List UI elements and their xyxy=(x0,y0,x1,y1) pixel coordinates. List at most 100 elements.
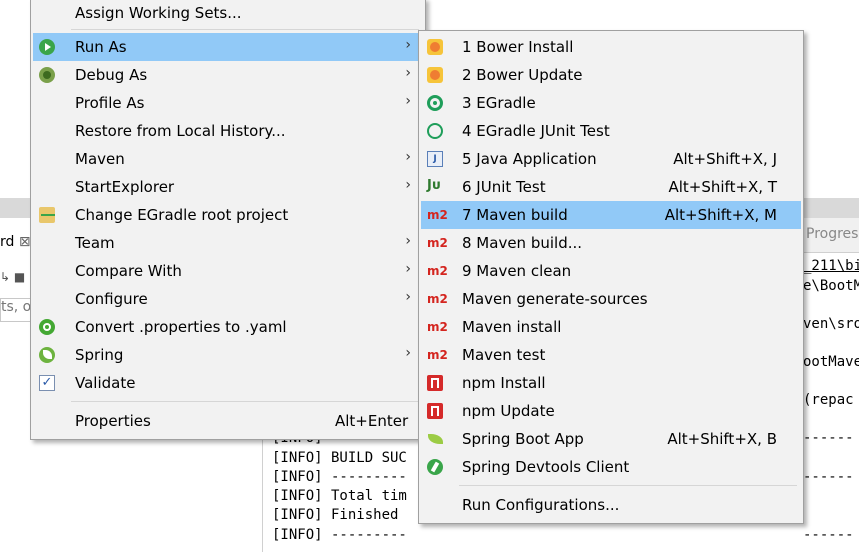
spring-boot-icon xyxy=(427,431,443,447)
spring-icon xyxy=(39,347,55,363)
menu-item-label: 1 Bower Install xyxy=(462,38,574,56)
power-icon xyxy=(39,319,55,335)
bower-icon xyxy=(427,67,443,83)
menu-item-label: 6 JUnit Test xyxy=(462,178,546,196)
console-line: [INFO] --------- xyxy=(272,469,407,485)
menu-item-accelerator: Alt+Shift+X, B xyxy=(667,430,777,448)
console-right-line: (repac xyxy=(803,392,854,408)
console-line: [INFO] BUILD SUC xyxy=(272,450,407,466)
m2-icon: m2 xyxy=(427,320,448,334)
menu-item-label: Maven install xyxy=(462,318,562,336)
m2-icon: m2 xyxy=(427,292,448,306)
background-left-tab[interactable]: rd ⊠ xyxy=(0,234,31,250)
menu-item-label: 3 EGradle xyxy=(462,94,536,112)
menu-item-label: Spring Boot App xyxy=(462,430,584,448)
egradle-junit-icon xyxy=(427,123,443,139)
submenu-item-bower-install[interactable]: 1 Bower Install xyxy=(421,33,801,61)
menu-item-label: Maven generate-sources xyxy=(462,290,648,308)
debug-icon xyxy=(39,67,55,83)
submenu-item-maven-test[interactable]: m2 Maven test xyxy=(421,341,801,369)
submenu-item-egradle-junit[interactable]: 4 EGradle JUnit Test xyxy=(421,117,801,145)
menu-item-accelerator: Alt+Shift+X, J xyxy=(673,150,777,168)
devtools-icon xyxy=(427,459,443,475)
menu-item-accelerator: Alt+Enter xyxy=(335,412,409,430)
menu-item-label: Validate xyxy=(75,374,136,392)
junit-icon: Jᴜ xyxy=(427,178,441,193)
menu-item-label: Run As xyxy=(75,38,127,56)
menu-item-accelerator: Alt+Shift+X, M xyxy=(664,206,777,224)
checkbox-icon: ✓ xyxy=(39,375,55,391)
menu-item-configure[interactable]: Configure › xyxy=(33,285,423,313)
background-left-toolbar-icons: ↳ ■ xyxy=(0,270,26,284)
console-line: [INFO] Total tim xyxy=(272,488,407,504)
menu-item-label: Run Configurations... xyxy=(462,496,620,514)
menu-item-validate[interactable]: ✓ Validate xyxy=(33,369,423,397)
submenu-item-bower-update[interactable]: 2 Bower Update xyxy=(421,61,801,89)
console-right-line: ootMave xyxy=(803,354,859,370)
menu-item-assign-working-sets[interactable]: Assign Working Sets... xyxy=(33,0,423,27)
menu-item-label: Spring Devtools Client xyxy=(462,458,630,476)
submenu-item-run-configurations[interactable]: Run Configurations... xyxy=(421,491,801,519)
submenu-arrow-icon: › xyxy=(405,261,411,277)
submenu-item-maven-build-dialog[interactable]: m2 8 Maven build... xyxy=(421,229,801,257)
menu-separator xyxy=(71,401,419,402)
submenu-item-maven-clean[interactable]: m2 9 Maven clean xyxy=(421,257,801,285)
menu-item-debug-as[interactable]: Debug As › xyxy=(33,61,423,89)
progress-tab-label: Progres xyxy=(806,226,859,242)
submenu-item-junit-test[interactable]: Jᴜ 6 JUnit Test Alt+Shift+X, T xyxy=(421,173,801,201)
menu-item-properties[interactable]: Properties Alt+Enter xyxy=(33,407,423,435)
menu-item-label: Properties xyxy=(75,412,151,430)
submenu-arrow-icon: › xyxy=(405,93,411,109)
console-dash: ------ xyxy=(803,469,854,485)
menu-item-label: Debug As xyxy=(75,66,148,84)
progress-tab[interactable]: Progres xyxy=(806,226,858,242)
submenu-item-spring-devtools-client[interactable]: Spring Devtools Client xyxy=(421,453,801,481)
m2-icon: m2 xyxy=(427,236,448,250)
menu-item-run-as[interactable]: Run As › xyxy=(33,33,423,61)
menu-item-label: 8 Maven build... xyxy=(462,234,583,252)
egradle-icon xyxy=(427,95,443,111)
menu-item-label: Restore from Local History... xyxy=(75,122,286,140)
submenu-item-npm-install[interactable]: npm Install xyxy=(421,369,801,397)
context-menu: Assign Working Sets... Run As › Debug As… xyxy=(30,0,426,440)
menu-item-label: 5 Java Application xyxy=(462,150,597,168)
menu-item-change-egradle-root[interactable]: Change EGradle root project xyxy=(33,201,423,229)
menu-item-maven[interactable]: Maven › xyxy=(33,145,423,173)
left-tab-label: rd xyxy=(0,234,15,250)
m2-icon: m2 xyxy=(427,264,448,278)
menu-item-label: 9 Maven clean xyxy=(462,262,572,280)
m2-icon: m2 xyxy=(427,348,448,362)
submenu-item-java-application[interactable]: J 5 Java Application Alt+Shift+X, J xyxy=(421,145,801,173)
submenu-item-egradle[interactable]: 3 EGradle xyxy=(421,89,801,117)
menu-item-restore-local-history[interactable]: Restore from Local History... xyxy=(33,117,423,145)
menu-item-label: npm Update xyxy=(462,402,555,420)
menu-item-startexplorer[interactable]: StartExplorer › xyxy=(33,173,423,201)
menu-item-label: npm Install xyxy=(462,374,546,392)
menu-item-team[interactable]: Team › xyxy=(33,229,423,257)
menu-item-convert-properties[interactable]: Convert .properties to .yaml xyxy=(33,313,423,341)
menu-item-profile-as[interactable]: Profile As › xyxy=(33,89,423,117)
console-right-line: e\BootM xyxy=(803,278,859,294)
submenu-item-npm-update[interactable]: npm Update xyxy=(421,397,801,425)
menu-item-label: 2 Bower Update xyxy=(462,66,583,84)
npm-icon xyxy=(427,403,443,419)
submenu-arrow-icon: › xyxy=(405,149,411,165)
console-dash: ------ xyxy=(803,430,854,446)
submenu-item-maven-generate-sources[interactable]: m2 Maven generate-sources xyxy=(421,285,801,313)
menu-item-label: Convert .properties to .yaml xyxy=(75,318,287,336)
submenu-item-spring-boot-app[interactable]: Spring Boot App Alt+Shift+X, B xyxy=(421,425,801,453)
submenu-arrow-icon: › xyxy=(405,233,411,249)
menu-separator xyxy=(71,29,419,30)
pin-icon: ⊠ xyxy=(18,234,31,250)
menu-item-label: Profile As xyxy=(75,94,145,112)
java-app-icon: J xyxy=(427,151,443,167)
submenu-arrow-icon: › xyxy=(405,177,411,193)
bower-icon xyxy=(427,39,443,55)
menu-item-label: 4 EGradle JUnit Test xyxy=(462,122,610,140)
submenu-arrow-icon: › xyxy=(405,65,411,81)
menu-item-spring[interactable]: Spring › xyxy=(33,341,423,369)
run-as-submenu: 1 Bower Install 2 Bower Update 3 EGradle… xyxy=(418,30,804,524)
submenu-item-maven-build[interactable]: m2 7 Maven build Alt+Shift+X, M xyxy=(421,201,801,229)
submenu-item-maven-install[interactable]: m2 Maven install xyxy=(421,313,801,341)
menu-item-compare-with[interactable]: Compare With › xyxy=(33,257,423,285)
